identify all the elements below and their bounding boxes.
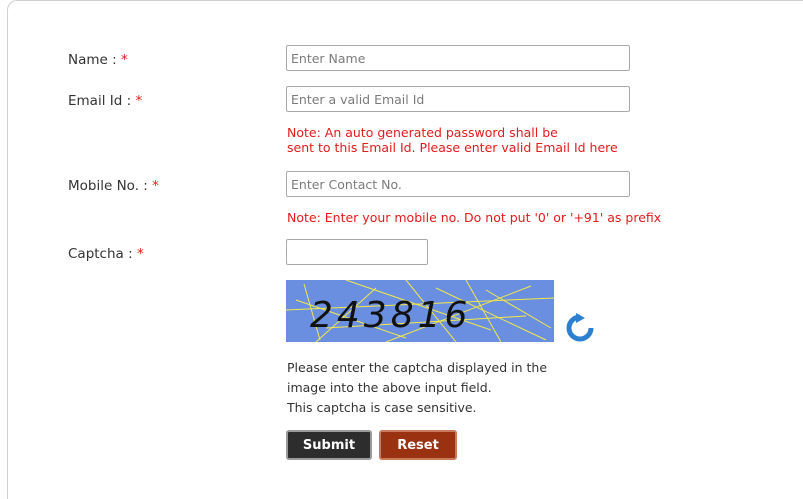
mobile-note: Note: Enter your mobile no. Do not put '… bbox=[287, 210, 662, 225]
required-asterisk: * bbox=[136, 246, 144, 262]
email-note-line: sent to this Email Id. Please enter vali… bbox=[287, 140, 618, 155]
captcha-label: Captcha : * bbox=[68, 246, 144, 262]
email-label: Email Id : * bbox=[68, 93, 142, 109]
email-label-text: Email Id : bbox=[68, 93, 132, 109]
email-input[interactable] bbox=[286, 86, 630, 112]
captcha-label-text: Captcha : bbox=[68, 246, 133, 262]
submit-button[interactable]: Submit bbox=[286, 430, 372, 460]
required-asterisk: * bbox=[152, 178, 159, 194]
captcha-text: 243816 bbox=[310, 295, 471, 336]
mobile-label-text: Mobile No. : bbox=[68, 178, 148, 194]
name-label: Name : * bbox=[68, 52, 128, 68]
captcha-help-line: Please enter the captcha displayed in th… bbox=[287, 360, 548, 375]
email-note-line: Note: An auto generated password shall b… bbox=[287, 125, 558, 140]
captcha-input[interactable] bbox=[286, 239, 428, 265]
refresh-icon[interactable] bbox=[563, 313, 597, 343]
captcha-image: 243816 bbox=[285, 279, 555, 343]
captcha-help-line: image into the above input field. bbox=[287, 380, 492, 395]
name-input[interactable] bbox=[286, 45, 630, 71]
captcha-noise: 243816 bbox=[285, 279, 555, 343]
required-asterisk: * bbox=[120, 52, 128, 68]
captcha-help-line: This captcha is case sensitive. bbox=[287, 400, 477, 415]
email-note: Note: An auto generated password shall b… bbox=[287, 125, 618, 155]
name-label-text: Name : bbox=[68, 52, 117, 68]
mobile-input[interactable] bbox=[286, 171, 630, 197]
required-asterisk: * bbox=[135, 93, 143, 109]
mobile-label: Mobile No. : * bbox=[68, 178, 159, 194]
captcha-help: Please enter the captcha displayed in th… bbox=[287, 358, 547, 418]
reset-button[interactable]: Reset bbox=[379, 430, 457, 460]
